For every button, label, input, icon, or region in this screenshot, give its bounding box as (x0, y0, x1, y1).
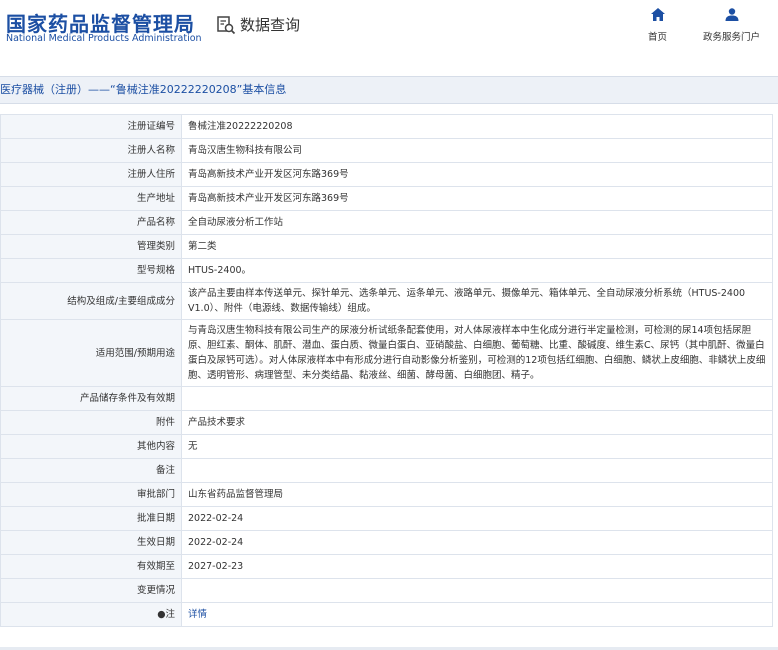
row-label-other-content: 其他内容 (0, 434, 182, 459)
row-value-attachment: 产品技术要求 (181, 410, 773, 435)
table-row: 产品储存条件及有效期 (0, 386, 773, 411)
data-query-link[interactable]: 数据查询 (216, 14, 300, 35)
table-row: 审批部门 山东省药品监督管理局 (0, 482, 773, 507)
row-value-production-address: 青岛高新技术产业开发区河东路369号 (181, 186, 773, 211)
nav-service-label: 政务服务门户 (703, 32, 761, 43)
table-row: 注册人名称 青岛汉唐生物科技有限公司 (0, 138, 773, 163)
table-row: 备注 (0, 458, 773, 483)
table-row: 其他内容无 (0, 434, 773, 459)
row-value-reg-no: 鲁械注准20222220208 (181, 114, 773, 139)
row-label-management-category: 管理类别 (0, 234, 182, 259)
row-value-storage-validity (181, 386, 773, 411)
row-label-attachment: 附件 (0, 410, 182, 435)
nav-service-portal[interactable]: 政务服务门户 (703, 8, 760, 43)
row-label-expiry-date: 有效期至 (0, 554, 182, 579)
table-row: 生产地址 青岛高新技术产业开发区河东路369号 (0, 186, 773, 211)
details-link[interactable]: 详情 (181, 602, 773, 627)
row-label-approval-date: 批准日期 (0, 506, 182, 531)
row-value-product-name: 全自动尿液分析工作站 (181, 210, 773, 235)
table-row: ●注 详情 (0, 602, 773, 627)
row-label-remarks: 备注 (0, 458, 182, 483)
row-value-change-info (181, 578, 773, 603)
table-row: 注册人住所 青岛高新技术产业开发区河东路369号 (0, 162, 773, 187)
row-value-registrant-name: 青岛汉唐生物科技有限公司 (181, 138, 773, 163)
table-row: 产品名称 全自动尿液分析工作站 (0, 210, 773, 235)
row-value-approval-dept: 山东省药品监督管理局 (181, 482, 773, 507)
logo-title-en: National Medical Products Administration (6, 33, 202, 44)
row-label-note: ●注 (0, 602, 182, 627)
table-row: 型号规格 HTUS-2400。 (0, 258, 773, 283)
site-header: 国家药品监督管理局 National Medical Products Admi… (0, 0, 778, 62)
data-query-icon (216, 15, 236, 35)
row-value-intended-use: 与青岛汉唐生物科技有限公司生产的尿液分析试纸条配套使用，对人体尿液样本中生化成分… (181, 319, 773, 387)
row-label-approval-dept: 审批部门 (0, 482, 182, 507)
table-row: 结构及组成/主要组成成分 该产品主要由样本传送单元、探针单元、选条单元、运条单元、… (0, 282, 773, 320)
user-icon (725, 8, 739, 29)
row-label-registrant-name: 注册人名称 (0, 138, 182, 163)
table-row: 注册证编号 鲁械注准20222220208 (0, 114, 773, 139)
row-value-approval-date: 2022-02-24 (181, 506, 773, 531)
table-row: 生效日期 2022-02-24 (0, 530, 773, 555)
row-value-effective-date: 2022-02-24 (181, 530, 773, 555)
home-icon (650, 8, 665, 29)
row-label-production-address: 生产地址 (0, 186, 182, 211)
table-row: 管理类别 第二类 (0, 234, 773, 259)
row-value-structure-composition: 该产品主要由样本传送单元、探针单元、选条单元、运条单元、液路单元、摄像单元、箱体… (181, 282, 773, 320)
nav-home-label: 首页 (648, 32, 668, 43)
data-query-label: 数据查询 (240, 16, 301, 34)
row-label-structure-composition: 结构及组成/主要组成成分 (0, 282, 182, 320)
row-label-registrant-address: 注册人住所 (0, 162, 182, 187)
row-label-change-info: 变更情况 (0, 578, 182, 603)
table-row: 附件 产品技术要求 (0, 410, 773, 435)
row-label-product-name: 产品名称 (0, 210, 182, 235)
row-label-reg-no: 注册证编号 (0, 114, 182, 139)
table-row: 有效期至 2027-02-23 (0, 554, 773, 579)
row-value-remarks (181, 458, 773, 483)
row-value-expiry-date: 2027-02-23 (181, 554, 773, 579)
row-label-intended-use: 适用范围/预期用途 (0, 319, 182, 387)
row-label-storage-validity: 产品储存条件及有效期 (0, 386, 182, 411)
table-row: 批准日期 2022-02-24 (0, 506, 773, 531)
table-row: 适用范围/预期用途 与青岛汉唐生物科技有限公司生产的尿液分析试纸条配套使用，对人体… (0, 319, 773, 387)
page-title: 医疗器械（注册）——“鲁械注准20222220208”基本信息 (0, 76, 778, 104)
row-value-other-content: 无 (181, 434, 773, 459)
row-label-effective-date: 生效日期 (0, 530, 182, 555)
row-value-model-spec: HTUS-2400。 (181, 258, 773, 283)
table-row: 变更情况 (0, 578, 773, 603)
nav-home[interactable]: 首页 (648, 8, 667, 43)
row-value-management-category: 第二类 (181, 234, 773, 259)
row-label-model-spec: 型号规格 (0, 258, 182, 283)
detail-table: 注册证编号 鲁械注准20222220208 注册人名称 青岛汉唐生物科技有限公司 注册人… (0, 114, 773, 627)
row-value-registrant-address: 青岛高新技术产业开发区河东路369号 (181, 162, 773, 187)
